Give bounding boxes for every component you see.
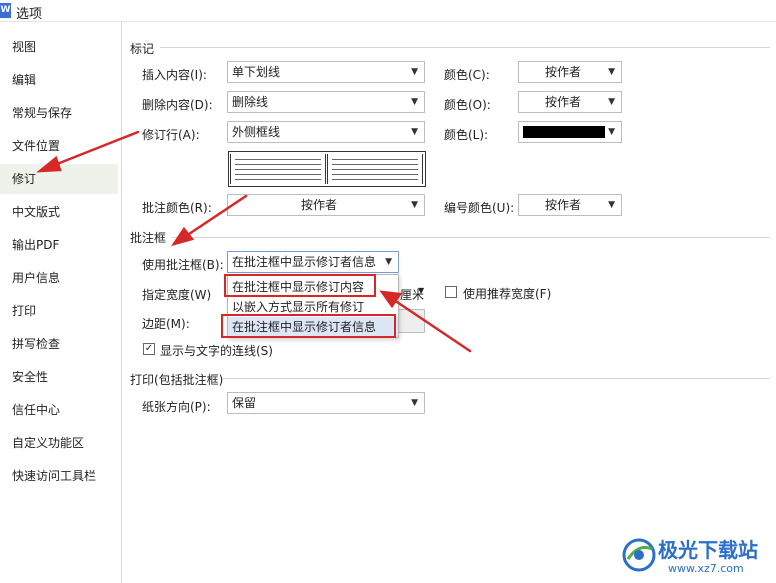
arrow-head: [171, 226, 195, 247]
watermark-logo-icon: [622, 538, 656, 572]
arrow-head: [379, 290, 403, 309]
arrow-head: [36, 155, 62, 173]
arrow-to-dropdown-option: [392, 298, 472, 353]
arrow-to-revision-tab: [50, 130, 140, 168]
watermark-name: 极光下载站: [658, 538, 758, 562]
annotation-arrows: [36, 130, 472, 353]
watermark-url: www.xz7.com: [668, 562, 744, 575]
arrow-to-balloons-section: [184, 194, 248, 238]
